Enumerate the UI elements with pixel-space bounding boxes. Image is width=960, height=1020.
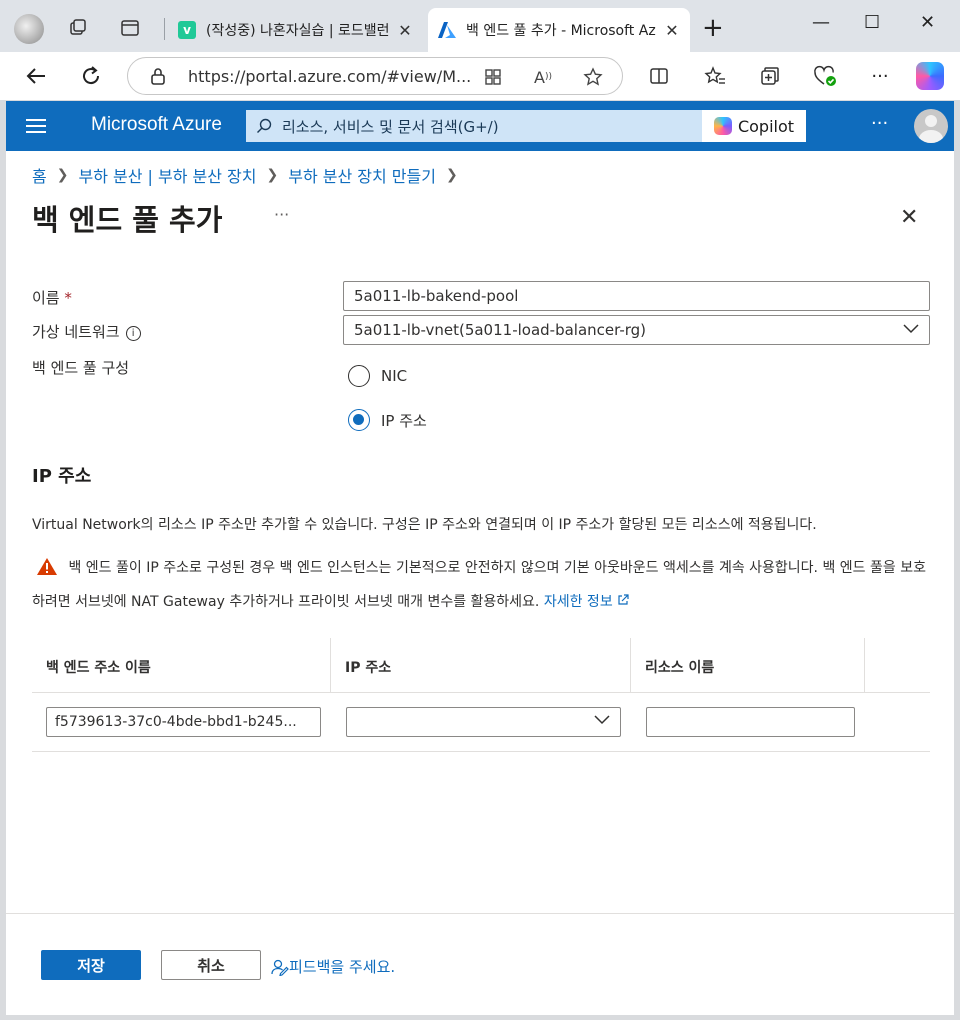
refresh-icon[interactable] xyxy=(77,62,105,90)
page-title: 백 엔드 풀 추가 xyxy=(32,203,223,237)
external-link-icon xyxy=(618,594,629,605)
column-header-ip: IP 주소 xyxy=(331,638,631,693)
global-search-input[interactable]: 리소스, 서비스 및 문서 검색(G+/) xyxy=(246,110,702,142)
back-arrow-icon[interactable] xyxy=(22,62,50,90)
app-available-icon[interactable] xyxy=(482,66,504,88)
tab-actions-icon[interactable] xyxy=(116,14,144,42)
cancel-button[interactable]: 취소 xyxy=(161,950,261,980)
name-label: 이름 * xyxy=(32,289,72,307)
url-text[interactable]: https://portal.azure.com/#view/M... xyxy=(188,67,471,86)
browser-toolbar: https://portal.azure.com/#view/M... A)) … xyxy=(0,52,960,100)
copilot-label: Copilot xyxy=(737,116,795,136)
address-bar[interactable]: https://portal.azure.com/#view/M... A)) xyxy=(127,57,623,95)
radio-nic-label: NIC xyxy=(381,367,408,385)
close-icon[interactable]: ✕ xyxy=(664,21,680,40)
account-avatar[interactable] xyxy=(914,109,948,143)
lock-icon[interactable] xyxy=(150,67,166,89)
chevron-down-icon xyxy=(594,715,610,725)
table-row: f5739613-37c0-4bde-bbd1-b245... xyxy=(32,693,930,752)
vnet-selected-value: 5a011-lb-vnet(5a011-load-balancer-rg) xyxy=(354,321,647,339)
search-icon xyxy=(257,118,272,133)
name-input[interactable]: 5a011-lb-bakend-pool xyxy=(343,281,930,311)
learn-more-link[interactable]: 자세한 정보 xyxy=(544,594,629,610)
copilot-icon xyxy=(713,117,732,135)
feedback-icon xyxy=(271,959,289,976)
azure-top-bar: Microsoft Azure 리소스, 서비스 및 문서 검색(G+/) Co… xyxy=(6,101,954,151)
backend-address-table: 백 엔드 주소 이름 IP 주소 리소스 이름 f5739613-37c0-4b… xyxy=(32,638,930,752)
table-header: 백 엔드 주소 이름 IP 주소 리소스 이름 xyxy=(32,638,930,693)
favorites-icon[interactable] xyxy=(701,62,729,90)
info-icon[interactable]: i xyxy=(125,326,141,341)
browser-tab-strip: v (작성중) 나혼자실습 | 로드밸런서 ✕ 백 엔드 풀 추가 - Micr… xyxy=(0,0,960,52)
ip-address-dropdown[interactable] xyxy=(346,707,621,737)
radio-ip-address[interactable]: IP 주소 xyxy=(348,409,427,431)
chevron-right-icon: ❯ xyxy=(56,167,69,183)
warning-text: 백 엔드 풀이 IP 주소로 구성된 경우 백 엔드 인스턴스는 기본적으로 안… xyxy=(32,560,926,610)
breadcrumb-load-balancing[interactable]: 부하 분산 | 부하 분산 장치 xyxy=(78,163,256,187)
profile-avatar[interactable] xyxy=(14,14,44,44)
ip-section-description: Virtual Network의 리소스 IP 주소만 추가할 수 있습니다. … xyxy=(32,517,817,533)
more-options-icon[interactable]: ··· xyxy=(871,113,888,134)
radio-circle[interactable] xyxy=(348,365,370,387)
warning-message: 백 엔드 풀이 IP 주소로 구성된 경우 백 엔드 인스턴스는 기본적으로 안… xyxy=(32,553,932,617)
close-blade-icon[interactable]: ✕ xyxy=(900,205,918,230)
breadcrumb: 홈 ❯ 부하 분산 | 부하 분산 장치 ❯ 부하 분산 장치 만들기 ❯ xyxy=(32,163,468,187)
brand-link[interactable]: Microsoft Azure xyxy=(91,114,222,136)
window-close-button[interactable]: ✕ xyxy=(920,12,935,33)
feedback-label: 피드백을 주세요. xyxy=(289,958,396,976)
copilot-button[interactable]: Copilot xyxy=(702,110,806,142)
ip-section-title: IP 주소 xyxy=(32,466,92,487)
page-more-icon[interactable]: ··· xyxy=(274,205,289,224)
favorite-star-icon[interactable] xyxy=(582,66,604,88)
velog-favicon-icon: v xyxy=(178,21,196,39)
vnet-label: 가상 네트워크 i xyxy=(32,321,141,342)
breadcrumb-home[interactable]: 홈 xyxy=(32,163,47,187)
minimize-button[interactable]: — xyxy=(812,12,830,33)
required-mark: * xyxy=(64,289,72,307)
breadcrumb-create-lb[interactable]: 부하 분산 장치 만들기 xyxy=(288,163,436,187)
backend-address-name-input[interactable]: f5739613-37c0-4bde-bbd1-b245... xyxy=(46,707,321,737)
workspaces-icon[interactable] xyxy=(64,14,92,42)
chevron-down-icon xyxy=(903,324,919,334)
copilot-sidebar-icon[interactable] xyxy=(916,62,944,90)
browser-essentials-icon[interactable] xyxy=(811,62,839,90)
menu-icon[interactable] xyxy=(26,119,46,137)
azure-logo-icon xyxy=(438,21,456,39)
save-button[interactable]: 저장 xyxy=(41,950,141,980)
chevron-right-icon: ❯ xyxy=(266,167,279,183)
footer-divider xyxy=(6,913,954,914)
config-label: 백 엔드 풀 구성 xyxy=(32,359,130,377)
radio-ip-label: IP 주소 xyxy=(381,411,427,430)
tab-title: (작성중) 나혼자실습 | 로드밸런서 xyxy=(206,23,389,39)
column-header-name: 백 엔드 주소 이름 xyxy=(32,638,331,693)
read-aloud-icon[interactable]: A)) xyxy=(532,66,554,88)
tab-inactive[interactable]: v (작성중) 나혼자실습 | 로드밸런서 ✕ xyxy=(168,8,423,52)
maximize-button[interactable]: ☐ xyxy=(864,12,880,33)
close-icon[interactable]: ✕ xyxy=(397,21,413,40)
radio-circle-selected[interactable] xyxy=(348,409,370,431)
tab-active[interactable]: 백 엔드 풀 추가 - Microsoft Azure ✕ xyxy=(428,8,690,52)
new-tab-button[interactable]: + xyxy=(702,14,724,42)
chevron-right-icon: ❯ xyxy=(445,167,458,183)
blade-panel: 홈 ❯ 부하 분산 | 부하 분산 장치 ❯ 부하 분산 장치 만들기 ❯ 백 … xyxy=(6,151,954,1015)
feedback-link[interactable]: 피드백을 주세요. xyxy=(271,956,395,977)
search-placeholder: 리소스, 서비스 및 문서 검색(G+/) xyxy=(282,117,499,136)
radio-nic[interactable]: NIC xyxy=(348,365,407,387)
settings-more-icon[interactable]: ··· xyxy=(866,62,894,90)
vnet-dropdown[interactable]: 5a011-lb-vnet(5a011-load-balancer-rg) xyxy=(343,315,930,345)
resource-name-input[interactable] xyxy=(646,707,855,737)
column-header-resource: 리소스 이름 xyxy=(631,638,865,693)
split-screen-icon[interactable] xyxy=(645,62,673,90)
tab-title: 백 엔드 풀 추가 - Microsoft Azure xyxy=(466,23,656,39)
collections-icon[interactable] xyxy=(756,62,784,90)
warning-icon xyxy=(36,557,58,587)
